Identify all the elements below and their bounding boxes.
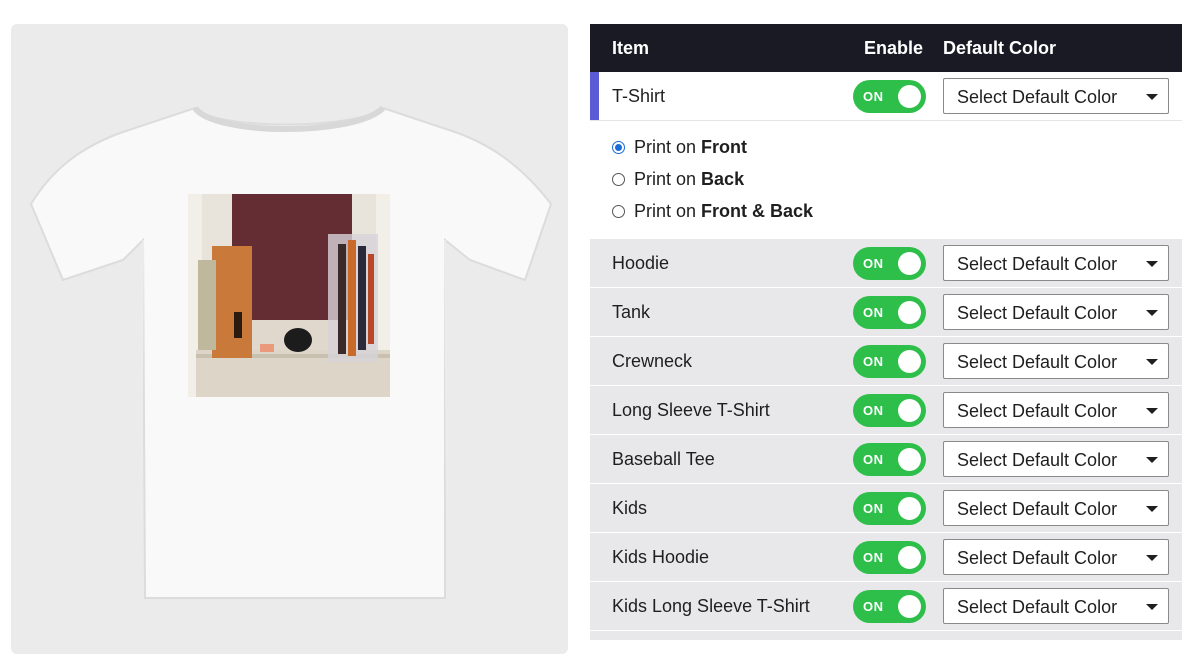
toggle-knob xyxy=(898,546,921,569)
radio-button[interactable] xyxy=(612,173,625,186)
toggle-state-text: ON xyxy=(863,599,884,614)
table-row-tank[interactable]: Tank ON Select Default Color xyxy=(590,288,1182,337)
default-color-select[interactable]: Select Default Color xyxy=(943,392,1169,428)
table-row-hoodie[interactable]: Hoodie ON Select Default Color xyxy=(590,239,1182,288)
toggle-state-text: ON xyxy=(863,305,884,320)
toggle-state-text: ON xyxy=(863,452,884,467)
enable-toggle[interactable]: ON xyxy=(853,541,926,574)
product-preview xyxy=(11,24,568,654)
select-placeholder: Select Default Color xyxy=(957,548,1118,568)
chevron-down-icon xyxy=(1146,457,1158,463)
default-color-select[interactable]: Select Default Color xyxy=(943,539,1169,575)
table-row-t-shirt[interactable]: T-Shirt ON Select Default Color xyxy=(590,72,1182,121)
toggle-state-text: ON xyxy=(863,354,884,369)
enable-toggle[interactable]: ON xyxy=(853,296,926,329)
table-row-baseball-tee[interactable]: Baseball Tee ON Select Default Color xyxy=(590,435,1182,484)
chevron-down-icon xyxy=(1146,506,1158,512)
radio-print-front-and-back[interactable]: Print on Front & Back xyxy=(612,201,813,222)
column-header-item: Item xyxy=(612,38,650,58)
print-design-image xyxy=(188,194,390,397)
toggle-knob xyxy=(898,252,921,275)
radio-button[interactable] xyxy=(612,205,625,218)
enable-toggle[interactable]: ON xyxy=(853,443,926,476)
toggle-state-text: ON xyxy=(863,501,884,516)
radio-label-target: Front xyxy=(701,137,748,157)
default-color-select[interactable]: Select Default Color xyxy=(943,245,1169,281)
column-header-enable: Enable xyxy=(864,38,924,58)
row-label: Hoodie xyxy=(612,253,670,273)
default-color-select[interactable]: Select Default Color xyxy=(943,343,1169,379)
row-label: Baseball Tee xyxy=(612,449,715,469)
default-color-select[interactable]: Select Default Color xyxy=(943,441,1169,477)
enable-toggle[interactable]: ON xyxy=(853,492,926,525)
radio-label-prefix: Print on xyxy=(634,169,697,189)
default-color-select[interactable]: Select Default Color xyxy=(943,78,1169,114)
toggle-knob xyxy=(898,399,921,422)
table-row-long-sleeve-t-shirt[interactable]: Long Sleeve T-Shirt ON Select Default Co… xyxy=(590,386,1182,435)
toggle-state-text: ON xyxy=(863,550,884,565)
toggle-knob xyxy=(898,85,921,108)
radio-label-prefix: Print on xyxy=(634,201,697,221)
default-color-select[interactable]: Select Default Color xyxy=(943,294,1169,330)
radio-label-target: Back xyxy=(701,169,745,189)
row-label: Kids xyxy=(612,498,648,518)
table-row-crewneck[interactable]: Crewneck ON Select Default Color xyxy=(590,337,1182,386)
table-row-kids-hoodie[interactable]: Kids Hoodie ON Select Default Color xyxy=(590,533,1182,582)
chevron-down-icon xyxy=(1146,408,1158,414)
table-row-kids[interactable]: Kids ON Select Default Color xyxy=(590,484,1182,533)
enable-toggle[interactable]: ON xyxy=(853,590,926,623)
toggle-knob xyxy=(898,448,921,471)
enable-toggle[interactable]: ON xyxy=(853,345,926,378)
table-header: Item Enable Default Color xyxy=(590,24,1182,72)
toggle-state-text: ON xyxy=(863,403,884,418)
radio-label-target: Front & Back xyxy=(701,201,814,221)
chevron-down-icon xyxy=(1146,604,1158,610)
table-row-kids-long-sleeve-t-shirt[interactable]: Kids Long Sleeve T-Shirt ON Select Defau… xyxy=(590,582,1182,631)
select-placeholder: Select Default Color xyxy=(957,303,1118,323)
row-label: Crewneck xyxy=(612,351,693,371)
select-placeholder: Select Default Color xyxy=(957,254,1118,274)
chevron-down-icon xyxy=(1146,359,1158,365)
chevron-down-icon xyxy=(1146,555,1158,561)
toggle-knob xyxy=(898,301,921,324)
toggle-state-text: ON xyxy=(863,89,884,104)
row-label: Long Sleeve T-Shirt xyxy=(612,400,770,420)
default-color-select[interactable]: Select Default Color xyxy=(943,490,1169,526)
enable-toggle[interactable]: ON xyxy=(853,247,926,280)
chevron-down-icon xyxy=(1146,310,1158,316)
radio-button[interactable] xyxy=(612,141,625,154)
enable-toggle[interactable]: ON xyxy=(853,80,926,113)
toggle-knob xyxy=(898,595,921,618)
row-label: Kids Hoodie xyxy=(612,547,710,567)
chevron-down-icon xyxy=(1146,94,1158,100)
radio-print-front[interactable]: Print on Front xyxy=(612,137,747,158)
row-label: T-Shirt xyxy=(612,86,666,106)
toggle-knob xyxy=(898,350,921,373)
row-label: Kids Long Sleeve T-Shirt xyxy=(612,596,810,616)
select-placeholder: Select Default Color xyxy=(957,87,1118,107)
select-placeholder: Select Default Color xyxy=(957,499,1118,519)
select-placeholder: Select Default Color xyxy=(957,401,1118,421)
product-options-table: Item Enable Default Color T-Shirt ON Sel… xyxy=(590,24,1182,640)
radio-print-back[interactable]: Print on Back xyxy=(612,169,744,190)
column-header-default-color: Default Color xyxy=(943,38,1057,58)
radio-label-prefix: Print on xyxy=(634,137,697,157)
enable-toggle[interactable]: ON xyxy=(853,394,926,427)
select-placeholder: Select Default Color xyxy=(957,352,1118,372)
print-options: Print on Front Print on Back Print on Fr… xyxy=(590,121,1182,239)
default-color-select[interactable]: Select Default Color xyxy=(943,588,1169,624)
toggle-state-text: ON xyxy=(863,256,884,271)
select-placeholder: Select Default Color xyxy=(957,597,1118,617)
chevron-down-icon xyxy=(1146,261,1158,267)
toggle-knob xyxy=(898,497,921,520)
row-label: Tank xyxy=(612,302,651,322)
select-placeholder: Select Default Color xyxy=(957,450,1118,470)
